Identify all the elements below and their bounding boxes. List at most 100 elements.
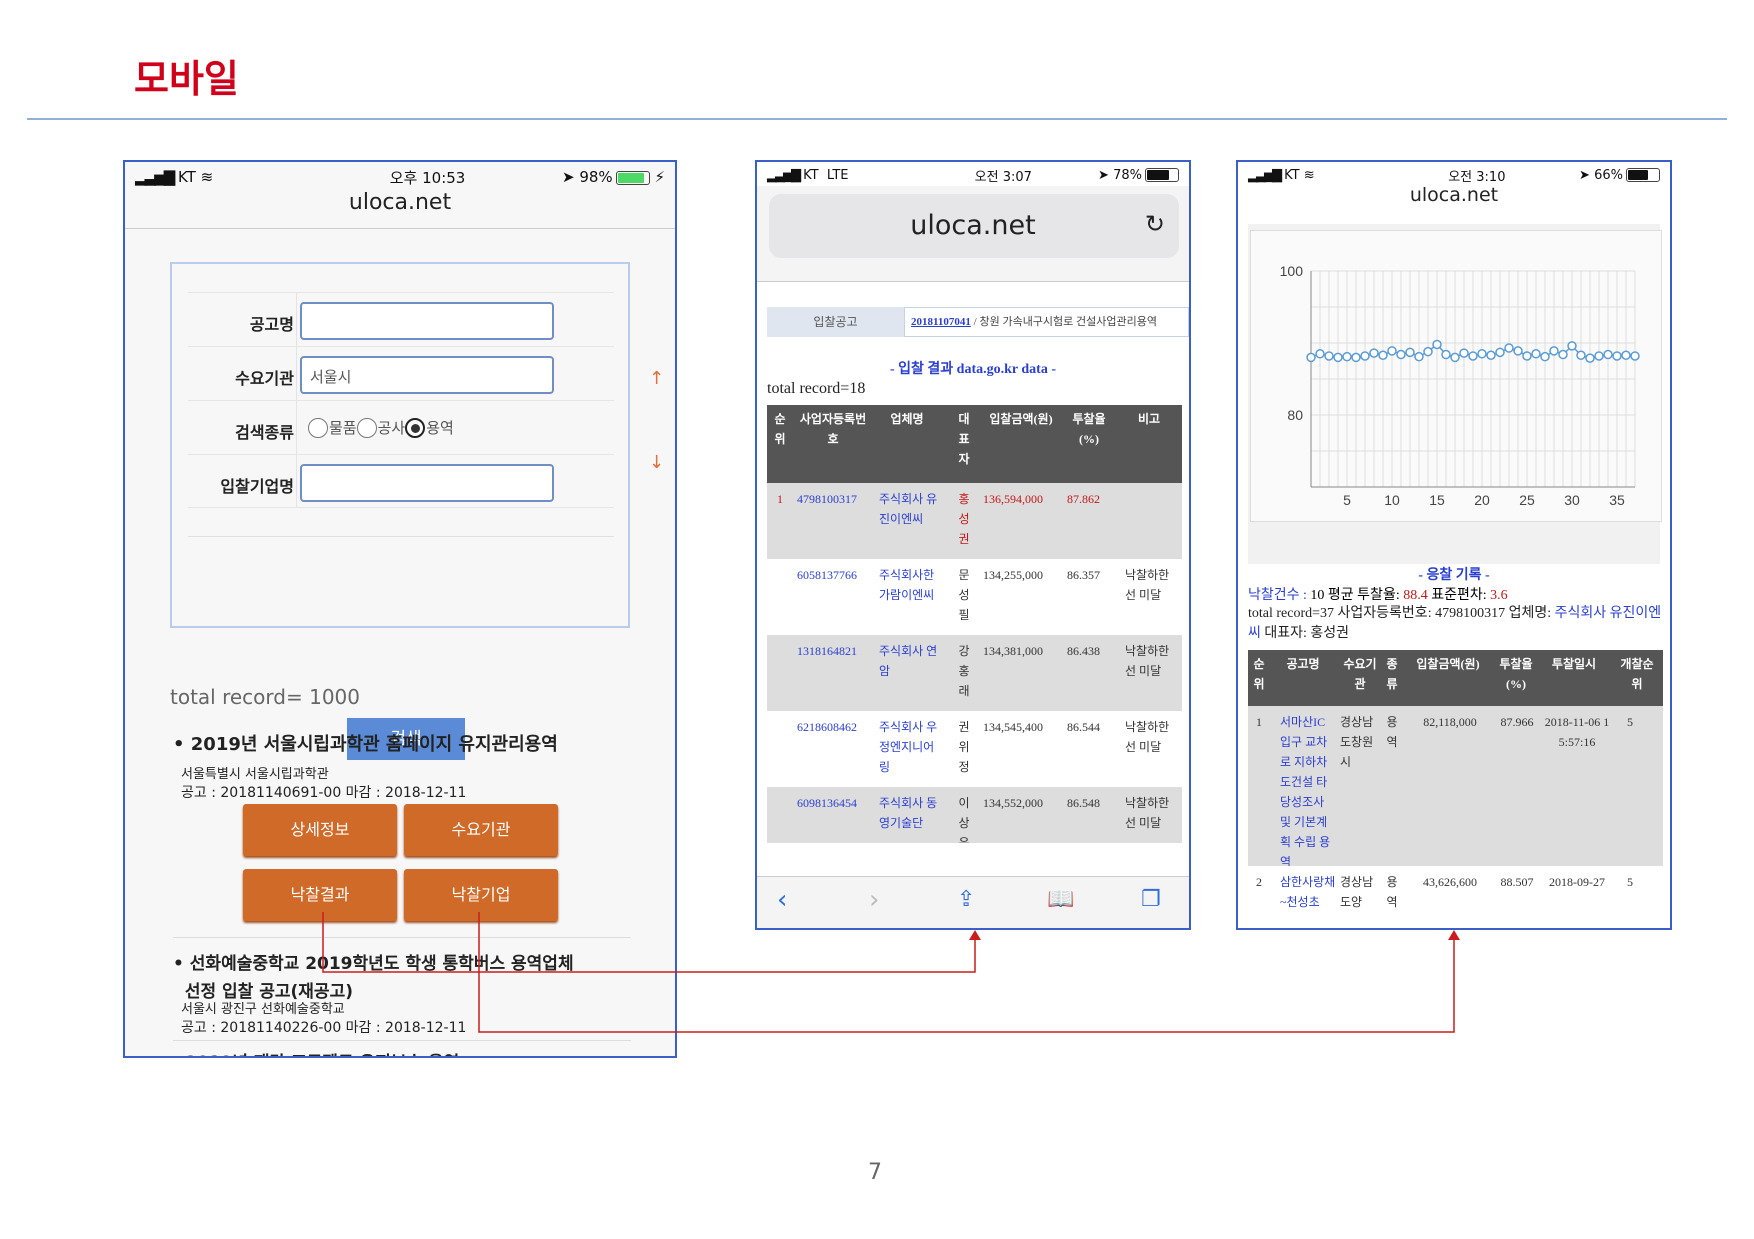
back-icon[interactable]: ‹ [777,885,787,915]
cell-amount: 43,626,600 [1423,875,1477,889]
data-point [1486,350,1496,360]
table-row[interactable]: 6058137766 주식회사한 가람이엔씨 문성필 134,255,000 86.35… [767,559,1182,635]
tabs-icon[interactable]: ❐ [1141,887,1161,912]
data-point [1351,352,1361,363]
cell-rate: 87.862 [1067,492,1100,506]
detail-button[interactable]: 상세정보 [243,804,397,856]
bidder-input[interactable] [300,464,554,502]
data-point [1630,351,1640,361]
row-agency: 수요기관 서울시 [188,346,614,400]
y-tick-label: 80 [1287,407,1303,423]
cell-rate: 86.357 [1067,568,1100,582]
arrowhead [1448,930,1460,940]
data-point [1306,352,1316,363]
data-point [1567,341,1577,351]
history-heading: - 응찰 기록 - [1418,568,1490,583]
x-tick-label: 30 [1564,492,1580,508]
agency-button[interactable]: 수요기관 [404,804,558,856]
table-row[interactable]: 1318164821 주식회사 연암 강홍래 134,381,000 86.438 낙찰하… [767,635,1182,711]
cell-bizno: 4798100317 [797,492,857,506]
title-divider [27,118,1727,120]
cell-amount: 134,552,000 [983,796,1043,810]
page-number: 7 [868,1160,882,1185]
cell-date: 2018-09-27 [1549,875,1605,889]
share-icon[interactable]: ⇪ [957,887,975,912]
forward-icon[interactable]: › [869,885,879,915]
data-point [1378,350,1388,360]
col-note: 비고 [1137,412,1161,426]
data-point [1423,346,1433,357]
history-table-body: 1 서마산IC 입구 교차로 지하차도건설 타당성조사 및 기본계획 수립 용역 경… [1248,706,1663,928]
cell-divider [296,455,297,507]
data-point [1522,351,1532,361]
col-rep: 대표자 [958,412,970,466]
reload-icon[interactable]: ↻ [1145,210,1165,238]
col-rank: 순위 [1253,657,1265,691]
agency-input[interactable]: 서울시 [300,356,554,394]
data-point [1585,353,1595,363]
table-row[interactable]: 2 삼한사랑채~천성초 경상남도양 용역 43,626,600 88.507 2018-09… [1248,866,1663,926]
cell-name: 서마산IC 입구 교차로 지하차도건설 타당성조사 및 기본계획 수립 용역 [1280,715,1331,869]
list-item-partial[interactable]: 2019년 재단 프로젝트 유지보수 용역 [185,1048,459,1056]
cell-note: 낙찰하한선 미달 [1125,796,1170,830]
cell-divider [296,347,297,400]
table-row[interactable]: 6098136454 주식회사 동영기술단 이상운 134,552,000 86.548… [767,787,1182,843]
cell-kind: 용역 [1386,875,1398,909]
table-row[interactable]: 6218608462 주식회사 우정엔지니어링 권위정 134,545,400 86.5… [767,711,1182,787]
signal-icon: ▂▃▅▇ [767,167,801,183]
list-item-title[interactable]: • 2019년 서울시립과학관 홈페이지 유지관리용역 [173,730,558,756]
battery-icon [1625,168,1660,182]
cell-bizno: 6098136454 [797,796,857,810]
summary-std: 3.6 [1490,588,1508,603]
data-point [1387,346,1397,356]
summary-label: 표준편차: [1427,588,1491,603]
cell-rank: 1 [777,492,783,506]
bookmarks-icon[interactable]: 📖 [1047,887,1074,912]
phone-search-screen: ▂▃▅▇ KT ≋ 오후 10:53 ➤ 98% ⚡ uloca.net 공고명… [123,160,677,1058]
row-type: 검색종류 물품 공사 용역 [188,400,614,454]
data-point [1576,350,1586,360]
history-table-header: 순위 공고명 수요기관 종류 입찰금액(원) 투찰율(%) 투찰일시 개찰순위 [1248,650,1663,706]
clock: 오후 10:53 [389,168,466,187]
total-record: total record=18 [767,380,866,397]
cell-rep: 문성필 [958,568,970,622]
col-kind: 종류 [1386,657,1398,691]
col-agency: 수요기관 [1343,657,1377,691]
total-record: total record= 1000 [170,685,360,709]
url-bar[interactable]: uloca.net [1238,184,1670,206]
wifi-icon: ≋ [200,168,214,186]
notice-title: / 창원 가속내구시험로 건설사업관리용역 [970,316,1158,328]
arrowhead [969,930,981,940]
award-result-button[interactable]: 낙찰결과 [243,869,397,921]
notice-input[interactable] [300,302,554,340]
notice-info: 20181107041 / 창원 가속내구시험로 건설사업관리용역 [904,307,1189,337]
notice-number-link[interactable]: 20181107041 [911,316,971,328]
radio-service[interactable] [405,417,426,438]
scroll-down-icon[interactable]: ↓ [649,452,664,473]
summary-label: 낙찰건수 : [1248,588,1311,603]
col-open-order: 개찰순위 [1620,657,1654,691]
radio-construction[interactable] [356,417,377,438]
radio-goods[interactable] [308,417,328,438]
scroll-up-icon[interactable]: ↑ [649,368,664,389]
data-point [1324,351,1334,361]
result-heading: - 입찰 결과 data.go.kr data - [890,362,1056,377]
data-point [1333,352,1343,363]
data-point [1513,346,1523,356]
data-point [1441,349,1451,360]
cell-date: 2018-11-06 15:57:16 [1544,715,1610,749]
battery-percent: 66% [1594,167,1623,183]
cell-amount: 134,255,000 [983,568,1043,582]
table-row[interactable]: 1 서마산IC 입구 교차로 지하차도건설 타당성조사 및 기본계획 수립 용역 경… [1248,706,1663,869]
wifi-icon: ≋ [1303,167,1315,183]
cell-amount: 134,381,000 [983,644,1043,658]
cell-name: 주식회사 우정엔지니어링 [879,720,938,774]
col-notice-name: 공고명 [1286,657,1320,671]
data-point [1603,349,1613,360]
company-rep: 대표자: 홍성권 [1260,626,1350,641]
table-row[interactable]: 1 4798100317 주식회사 유진이엔씨 홍성권 136,594,000 87.86… [767,483,1182,559]
url-bar[interactable]: uloca.net [125,190,675,215]
history-total: total record=37 사업자등록번호: 4798100317 업체명: [1248,606,1555,621]
signal-icon: ▂▃▅▇ [1248,167,1282,183]
award-company-button[interactable]: 낙찰기업 [404,869,558,921]
